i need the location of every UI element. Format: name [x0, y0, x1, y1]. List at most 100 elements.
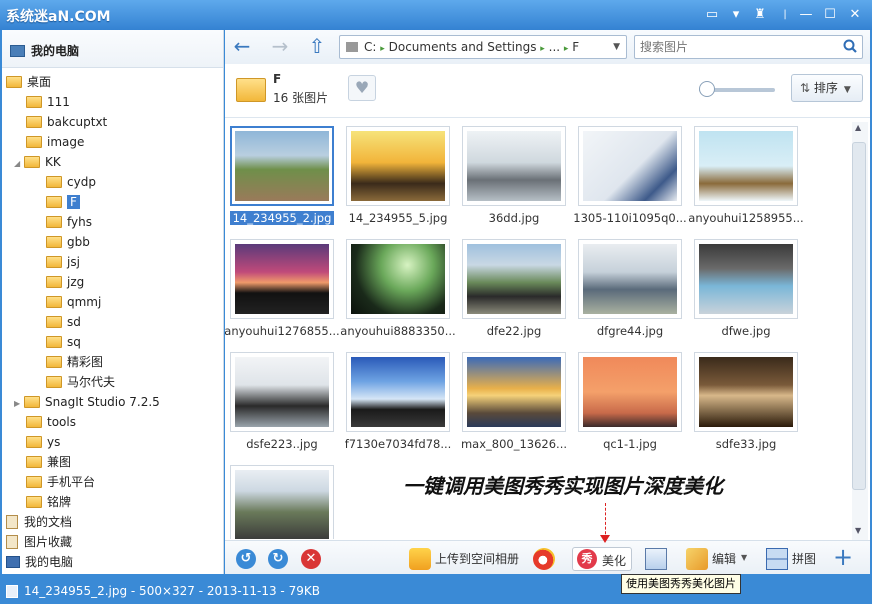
- photo-item[interactable]: dfgre44.jpg: [575, 236, 685, 344]
- photo-thumbnail[interactable]: [230, 239, 334, 319]
- folder-info-bar: F 16 张图片 ♥ ⇅ 排序 ▼: [225, 64, 870, 118]
- favorite-button[interactable]: ♥: [348, 75, 376, 101]
- mosaic-icon[interactable]: [766, 548, 788, 570]
- maximize-icon[interactable]: ☐: [820, 5, 840, 25]
- scrollbar-thumb[interactable]: [852, 142, 866, 490]
- menu-icon[interactable]: ▾: [726, 5, 746, 25]
- tree-node[interactable]: image: [26, 132, 84, 152]
- photo-thumbnail[interactable]: [694, 239, 798, 319]
- photo-item[interactable]: qc1-1.jpg: [575, 349, 685, 457]
- tree-node[interactable]: 兼图: [26, 452, 71, 472]
- photo-item[interactable]: max_800_13626...: [459, 349, 569, 457]
- tree-node[interactable]: ys: [26, 432, 60, 452]
- tree-node[interactable]: bakcuptxt: [26, 112, 107, 132]
- sort-icon: ⇅: [800, 81, 814, 95]
- tree-node-my-documents[interactable]: 我的文档: [6, 512, 72, 532]
- tree-node[interactable]: qmmj: [46, 292, 101, 312]
- tree-node[interactable]: 桌面: [6, 72, 51, 92]
- photo-item[interactable]: 36dd.jpg: [459, 123, 569, 231]
- address-bar[interactable]: C: ▸ Documents and Settings ▸ ... ▸ F ▼: [339, 35, 627, 59]
- photo-thumbnail[interactable]: [462, 239, 566, 319]
- search-icon[interactable]: [843, 39, 857, 53]
- tree-node[interactable]: jzg: [46, 272, 84, 292]
- collapse-arrow-icon[interactable]: ▶: [14, 394, 24, 414]
- tree-node[interactable]: sd: [46, 312, 81, 332]
- photo-thumbnail[interactable]: [230, 465, 334, 539]
- photo-thumbnail[interactable]: [230, 126, 334, 206]
- tree-node[interactable]: fyhs: [46, 212, 92, 232]
- path-separator-icon: ▸: [563, 44, 569, 54]
- chevron-down-icon[interactable]: ▼: [613, 36, 620, 58]
- tree-node[interactable]: 铭牌: [26, 492, 71, 512]
- message-icon[interactable]: ▭: [702, 5, 722, 25]
- tree-node[interactable]: tools: [26, 412, 76, 432]
- add-icon[interactable]: +: [833, 543, 853, 571]
- chevron-down-icon[interactable]: ▼: [741, 553, 747, 562]
- edit-button[interactable]: 编辑: [712, 550, 736, 567]
- tree-node[interactable]: 111: [26, 92, 70, 112]
- scroll-down-icon[interactable]: ▼: [855, 526, 861, 535]
- skin-icon[interactable]: ♜: [750, 5, 770, 25]
- annotation-line: [605, 503, 606, 539]
- tree-node[interactable]: 精彩图: [46, 352, 103, 372]
- tree-node-picture-collection[interactable]: 图片收藏: [6, 532, 72, 552]
- close-icon[interactable]: ✕: [845, 5, 865, 25]
- photo-thumbnail[interactable]: [578, 126, 682, 206]
- upload-to-album-button[interactable]: 上传到空间相册: [435, 550, 519, 567]
- tree-node[interactable]: gbb: [46, 232, 90, 252]
- delete-icon[interactable]: ✕: [301, 549, 321, 569]
- photo-item[interactable]: f7130e7034fd78...: [343, 349, 453, 457]
- photo-thumbnail[interactable]: [462, 352, 566, 432]
- photo-item[interactable]: dfe22.jpg: [459, 236, 569, 344]
- tree-node[interactable]: sq: [46, 332, 81, 352]
- tree-node[interactable]: 手机平台: [26, 472, 95, 492]
- photo-thumbnail[interactable]: [230, 352, 334, 432]
- rotate-right-icon[interactable]: ↻: [268, 549, 288, 569]
- back-arrow-icon[interactable]: ←: [230, 36, 254, 58]
- slideshow-icon[interactable]: [645, 548, 667, 570]
- photo-item[interactable]: 14_234955_5.jpg: [343, 123, 453, 231]
- weibo-icon[interactable]: [533, 548, 555, 570]
- search-box[interactable]: [634, 35, 863, 59]
- photo-item[interactable]: 1305-110i1095q0...: [573, 123, 687, 231]
- status-bar: 14_234955_2.jpg - 500×327 - 2013-11-13 -…: [0, 578, 872, 604]
- photo-thumbnail[interactable]: [694, 126, 798, 206]
- tree-node[interactable]: ◢ KK: [14, 152, 61, 172]
- scroll-up-icon[interactable]: ▲: [855, 123, 861, 132]
- photo-thumbnail[interactable]: [462, 126, 566, 206]
- tree-node[interactable]: 马尔代夫: [46, 372, 115, 392]
- photo-thumbnail[interactable]: [346, 239, 450, 319]
- upload-star-icon[interactable]: [409, 548, 431, 570]
- photo-item[interactable]: [227, 462, 337, 539]
- tree-node-selected[interactable]: F: [46, 192, 80, 212]
- rotate-left-icon[interactable]: ↺: [236, 549, 256, 569]
- search-input[interactable]: [635, 36, 831, 58]
- photo-thumbnail[interactable]: [578, 352, 682, 432]
- photo-item[interactable]: anyouhui1258955...: [688, 123, 804, 231]
- edit-pencil-icon[interactable]: [686, 548, 708, 570]
- photo-thumbnail[interactable]: [346, 126, 450, 206]
- zoom-slider-handle[interactable]: [699, 81, 715, 97]
- tree-node-my-computer[interactable]: 我的电脑: [6, 552, 73, 572]
- meitu-beautify-button[interactable]: 秀 美化: [572, 547, 632, 571]
- photo-thumbnail[interactable]: [346, 352, 450, 432]
- photo-item[interactable]: dfwe.jpg: [691, 236, 801, 344]
- photo-thumbnail[interactable]: [694, 352, 798, 432]
- up-folder-icon[interactable]: ⇧: [305, 36, 329, 58]
- sort-button[interactable]: ⇅ 排序 ▼: [791, 74, 863, 102]
- photo-item[interactable]: dsfe223..jpg: [227, 349, 337, 457]
- forward-arrow-icon[interactable]: →: [268, 36, 292, 58]
- tree-node[interactable]: cydp: [46, 172, 96, 192]
- minimize-icon[interactable]: —: [796, 5, 816, 25]
- photo-thumbnail[interactable]: [578, 239, 682, 319]
- expand-arrow-icon[interactable]: ◢: [14, 154, 24, 174]
- sidebar-header[interactable]: 我的电脑: [2, 30, 223, 68]
- tree-node[interactable]: jsj: [46, 252, 80, 272]
- photo-item[interactable]: 14_234955_2.jpg: [227, 123, 337, 231]
- photo-item[interactable]: anyouhui1276855...: [225, 236, 340, 344]
- photo-item[interactable]: anyouhui8883350...: [340, 236, 456, 344]
- photo-item[interactable]: sdfe33.jpg: [691, 349, 801, 457]
- tree-node[interactable]: ▶ SnagIt Studio 7.2.5: [14, 392, 160, 412]
- computer-icon: [6, 556, 20, 568]
- mosaic-button[interactable]: 拼图: [792, 550, 816, 567]
